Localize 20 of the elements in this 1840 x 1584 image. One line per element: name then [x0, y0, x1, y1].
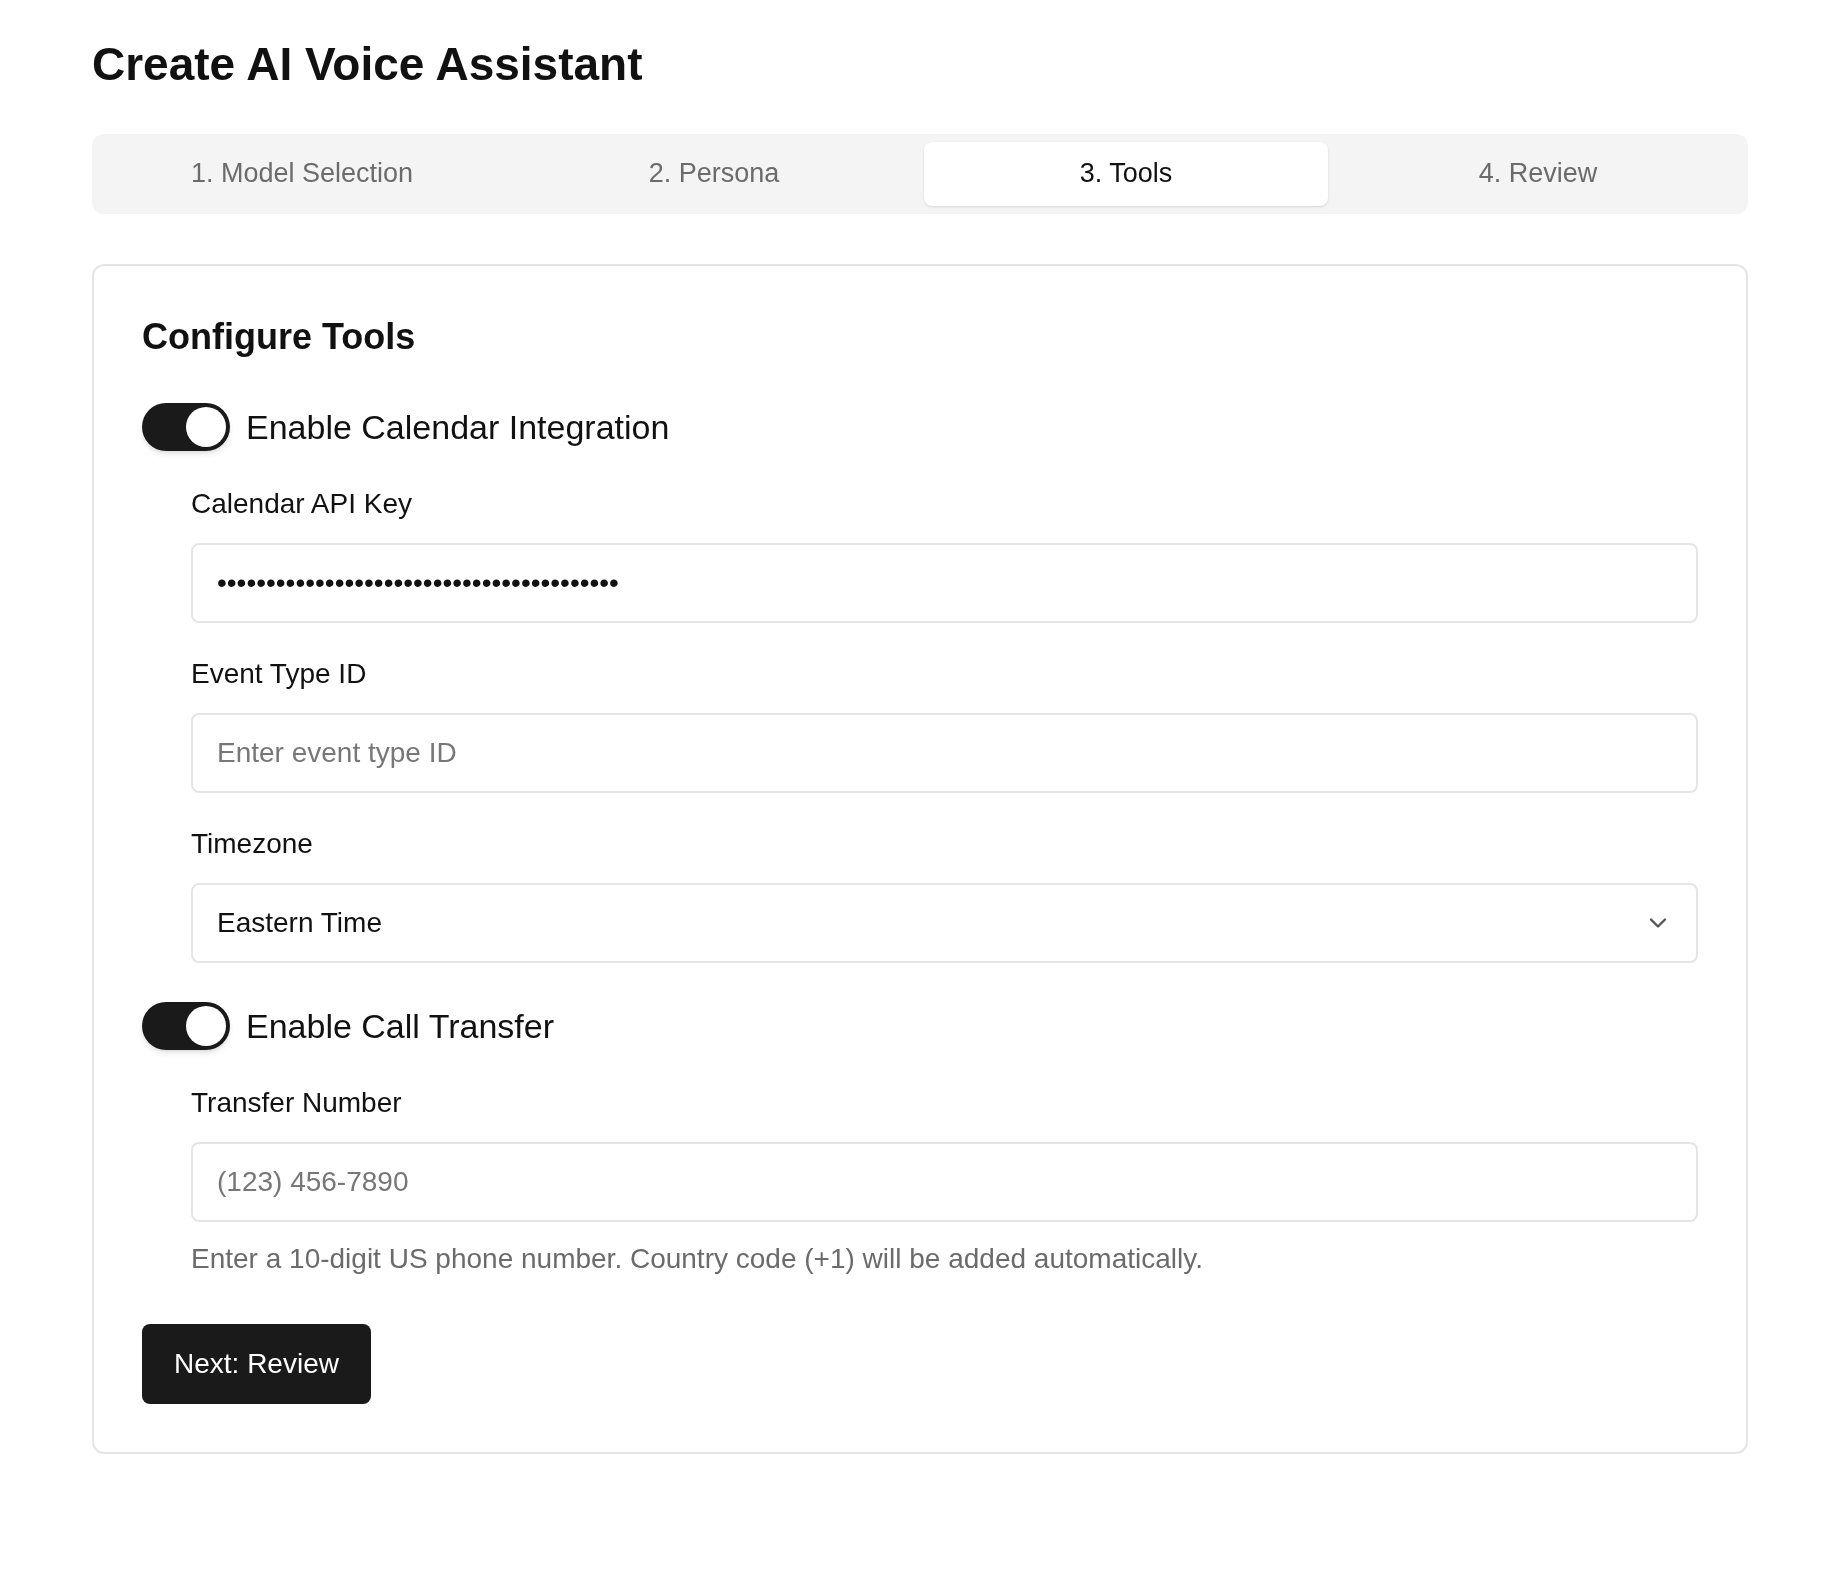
page-title: Create AI Voice Assistant	[92, 37, 644, 92]
field-label: Transfer Number	[191, 1085, 403, 1120]
toggle-label: Enable Calendar Integration	[246, 406, 670, 448]
input-field[interactable]: Enter event type ID	[191, 712, 1698, 793]
toggle-switch[interactable]	[142, 1002, 230, 1050]
helper-text: Enter a 10-digit US phone number. Country code (+1) will be added automatically.	[191, 1241, 1204, 1276]
field-label: Event Type ID	[191, 656, 368, 691]
toggle-switch[interactable]	[142, 403, 230, 451]
card-heading: Configure Tools	[142, 314, 417, 359]
step-tab[interactable]: 3. Tools	[924, 141, 1328, 206]
input-field[interactable]: •••••••••••••••••••••••••••••••••••••••••	[191, 542, 1698, 623]
step-tab[interactable]: 4. Review	[1336, 141, 1740, 206]
step-tab[interactable]: 1. Model Selection	[100, 141, 504, 206]
next-button[interactable]: Next: Review	[142, 1323, 371, 1404]
timezone-select[interactable]: Eastern Time	[191, 882, 1698, 963]
toggle-label: Enable Call Transfer	[246, 1005, 555, 1047]
field-label: Calendar API Key	[191, 486, 414, 521]
step-tab[interactable]: 2. Persona	[512, 141, 916, 206]
input-field[interactable]: (123) 456-7890	[191, 1141, 1698, 1222]
field-label: Timezone	[191, 826, 314, 861]
